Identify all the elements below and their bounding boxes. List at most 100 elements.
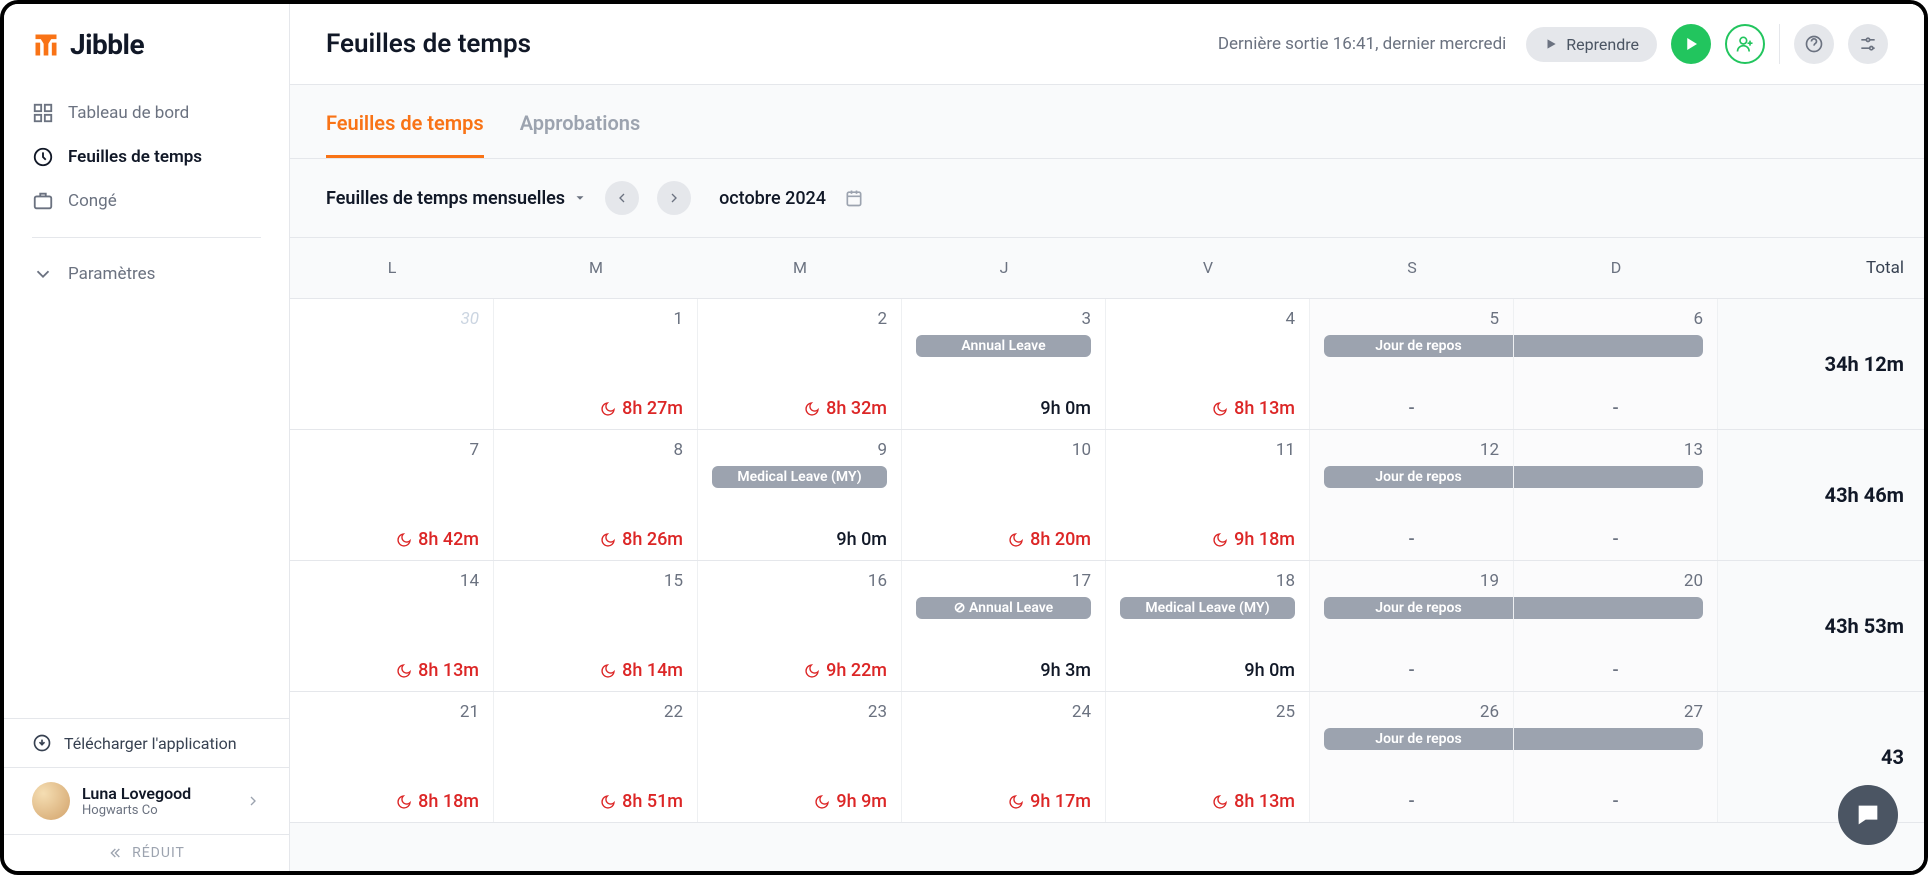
time-value: 8h 18m [304, 791, 479, 812]
time-value: 8h 42m [304, 529, 479, 550]
topbar: Feuilles de temps Dernière sortie 16:41,… [290, 4, 1924, 85]
leave-badge [1514, 335, 1703, 357]
period-label: octobre 2024 [719, 188, 826, 209]
add-user-button[interactable] [1725, 24, 1765, 64]
time-value: 8h 27m [508, 398, 683, 419]
resume-button[interactable]: Reprendre [1526, 27, 1657, 62]
time-value: 8h 13m [304, 660, 479, 681]
moon-icon [600, 401, 616, 417]
calendar-cell[interactable]: 218h 18m [290, 692, 494, 822]
calendar-cell[interactable]: 7 8h 42m [290, 430, 494, 560]
user-org: Hogwarts Co [82, 803, 233, 818]
prev-period-button[interactable] [605, 181, 639, 215]
user-plus-icon [1735, 34, 1755, 54]
day-number: 6 [1528, 309, 1703, 329]
calendar-cell[interactable]: 249h 17m [902, 692, 1106, 822]
calendar-cell[interactable]: 5Jour de repos- [1310, 299, 1514, 429]
help-button[interactable] [1794, 24, 1834, 64]
download-app[interactable]: Télécharger l'application [4, 718, 289, 767]
play-icon [1682, 35, 1700, 53]
chat-button[interactable] [1838, 785, 1898, 845]
sidebar-item-settings[interactable]: Paramètres [18, 252, 275, 296]
collapse-icon [108, 845, 124, 861]
sidebar-item-timesheets[interactable]: Feuilles de temps [18, 135, 275, 179]
day-number: 25 [1120, 702, 1295, 722]
day-header: M [494, 238, 698, 298]
day-number: 13 [1528, 440, 1703, 460]
calendar-cell[interactable]: 18Medical Leave (MY)9h 0m [1106, 561, 1310, 691]
settings-button[interactable] [1848, 24, 1888, 64]
moon-icon [600, 794, 616, 810]
view-label: Feuilles de temps mensuelles [326, 188, 565, 209]
day-header: S [1310, 238, 1514, 298]
time-value: - [1324, 791, 1499, 812]
day-number: 22 [508, 702, 683, 722]
sidebar-item-label: Congé [68, 191, 117, 211]
calendar-cell[interactable]: 48h 13m [1106, 299, 1310, 429]
sidebar-item-label: Tableau de bord [68, 103, 189, 123]
calendar-cell[interactable]: 30 [290, 299, 494, 429]
calendar-cell[interactable]: 6 - [1514, 299, 1718, 429]
logo[interactable]: Jibble [4, 28, 289, 91]
leave-badge: Annual Leave [916, 335, 1091, 357]
calendar-cell[interactable]: 23 9h 9m [698, 692, 902, 822]
user-menu[interactable]: Luna Lovegood Hogwarts Co [4, 767, 289, 834]
time-value: 9h 9m [712, 791, 887, 812]
calendar-cell[interactable]: 258h 13m [1106, 692, 1310, 822]
calendar-cell[interactable]: 19Jour de repos- [1310, 561, 1514, 691]
tab-timesheets[interactable]: Feuilles de temps [326, 111, 484, 158]
time-value: 8h 51m [508, 791, 683, 812]
next-period-button[interactable] [657, 181, 691, 215]
jibble-logo-icon [32, 31, 60, 59]
calendar-cell[interactable]: 148h 13m [290, 561, 494, 691]
day-number: 9 [712, 440, 887, 460]
leave-badge: Jour de repos [1324, 728, 1513, 750]
time-value: 9h 0m [1120, 660, 1295, 681]
tab-approvals[interactable]: Approbations [520, 111, 641, 158]
calendar-cell[interactable]: 27 - [1514, 692, 1718, 822]
chevron-right-icon [245, 793, 261, 809]
calendar-cell[interactable]: 26Jour de repos- [1310, 692, 1514, 822]
week-total: 43h 46m [1718, 430, 1924, 560]
calendar-cell[interactable]: 17⊘ Annual Leave9h 3m [902, 561, 1106, 691]
play-button[interactable] [1671, 24, 1711, 64]
day-number: 23 [712, 702, 887, 722]
day-number: 5 [1324, 309, 1499, 329]
view-selector[interactable]: Feuilles de temps mensuelles [326, 188, 587, 209]
collapse-sidebar[interactable]: RÉDUIT [4, 834, 289, 871]
moon-icon [396, 794, 412, 810]
sidebar-item-label: Paramètres [68, 264, 155, 284]
calendar-cell[interactable]: 12Jour de repos- [1310, 430, 1514, 560]
calendar-cell[interactable]: 28h 32m [698, 299, 902, 429]
day-number: 27 [1528, 702, 1703, 722]
sidebar-item-dashboard[interactable]: Tableau de bord [18, 91, 275, 135]
logo-text: Jibble [70, 28, 144, 61]
time-value: 8h 14m [508, 660, 683, 681]
calendar-cell[interactable]: 119h 18m [1106, 430, 1310, 560]
leave-badge [1514, 728, 1703, 750]
calendar-cell[interactable]: 108h 20m [902, 430, 1106, 560]
day-header: J [902, 238, 1106, 298]
sidebar-item-leave[interactable]: Congé [18, 179, 275, 223]
download-icon [32, 733, 52, 753]
week-total: 34h 12m [1718, 299, 1924, 429]
calendar-cell[interactable]: 158h 14m [494, 561, 698, 691]
time-value: - [1324, 398, 1499, 419]
calendar-icon[interactable] [844, 188, 864, 208]
calendar-cell[interactable]: 9Medical Leave (MY)9h 0m [698, 430, 902, 560]
moon-icon [396, 532, 412, 548]
time-value: 8h 13m [1120, 398, 1295, 419]
day-number: 7 [304, 440, 479, 460]
time-value: - [1528, 791, 1703, 812]
day-header: M [698, 238, 902, 298]
calendar-cell[interactable]: 20 - [1514, 561, 1718, 691]
toolbar: Feuilles de temps mensuelles octobre 202… [290, 159, 1924, 237]
day-header: V [1106, 238, 1310, 298]
calendar-cell[interactable]: 88h 26m [494, 430, 698, 560]
calendar-cell[interactable]: 169h 22m [698, 561, 902, 691]
calendar-cell[interactable]: 22 8h 51m [494, 692, 698, 822]
calendar-cell[interactable]: 3Annual Leave9h 0m [902, 299, 1106, 429]
calendar-cell[interactable]: 13 - [1514, 430, 1718, 560]
time-value: 8h 20m [916, 529, 1091, 550]
calendar-cell[interactable]: 18h 27m [494, 299, 698, 429]
